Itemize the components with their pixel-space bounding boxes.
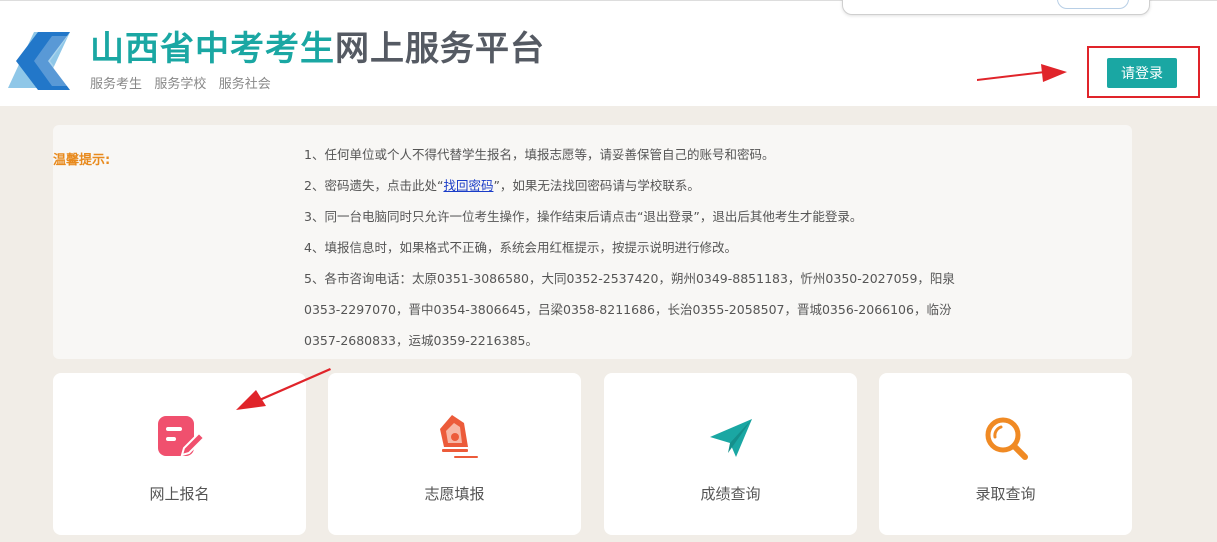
login-button[interactable]: 请登录 [1107, 58, 1177, 88]
notice-label: 温馨提示: [53, 153, 111, 168]
page-title: 山西省中考考生网上服务平台 [90, 29, 545, 69]
pen-nib-icon [439, 415, 478, 458]
page-subtitle: 服务考生 服务学校 服务社会 [90, 77, 271, 92]
card-admission-query[interactable]: 录取查询 [879, 373, 1132, 535]
card-volunteer-application[interactable]: 志愿填报 [328, 373, 581, 535]
recover-password-link[interactable]: 找回密码 [443, 178, 493, 193]
card-score-query[interactable]: 成绩查询 [604, 373, 857, 535]
header: 山西省中考考生网上服务平台 服务考生 服务学校 服务社会 请登录 [0, 0, 1217, 106]
notice-line-1: 1、任何单位或个人不得代替学生报名，填报志愿等，请妥善保管自己的账号和密码。 [304, 147, 775, 162]
page-title-part2: 网上服务平台 [335, 29, 545, 69]
search-icon [985, 417, 1028, 460]
notice-line-5: 5、各市咨询电话：太原0351-3086580，大同0352-2537420，朔… [304, 271, 955, 348]
card-label: 志愿填报 [424, 485, 485, 503]
notice-line-2-before: 2、密码遗失，点击此处“ [304, 178, 444, 193]
notice-lines: 1、任何单位或个人不得代替学生报名，填报志愿等，请妥善保管自己的账号和密码。 2… [304, 139, 964, 356]
logo-icon [8, 32, 70, 90]
notice-line-4: 4、填报信息时，如果格式不正确，系统会用红框提示，按提示说明进行修改。 [304, 240, 737, 255]
notice-line-2-after: ”，如果无法找回密码请与学校联系。 [493, 178, 700, 193]
card-label: 成绩查询 [700, 485, 761, 503]
paper-plane-icon [709, 419, 752, 457]
notice-line-2: 2、密码遗失，点击此处“找回密码”，如果无法找回密码请与学校联系。 [304, 170, 964, 201]
top-dropdown-panel [842, 0, 1150, 15]
card-online-registration[interactable]: 网上报名 [53, 373, 306, 535]
notice-line-3: 3、同一台电脑同时只允许一位考生操作，操作结束后请点击“退出登录”，退出后其他考… [304, 209, 863, 224]
top-pill-button[interactable] [1057, 0, 1129, 9]
card-label: 录取查询 [975, 485, 1036, 503]
notice-panel: 温馨提示: 1、任何单位或个人不得代替学生报名，填报志愿等，请妥善保管自己的账号… [53, 125, 1132, 359]
card-label: 网上报名 [149, 485, 210, 503]
page-title-part1: 山西省中考考生 [90, 29, 335, 69]
edit-icon [157, 416, 205, 457]
